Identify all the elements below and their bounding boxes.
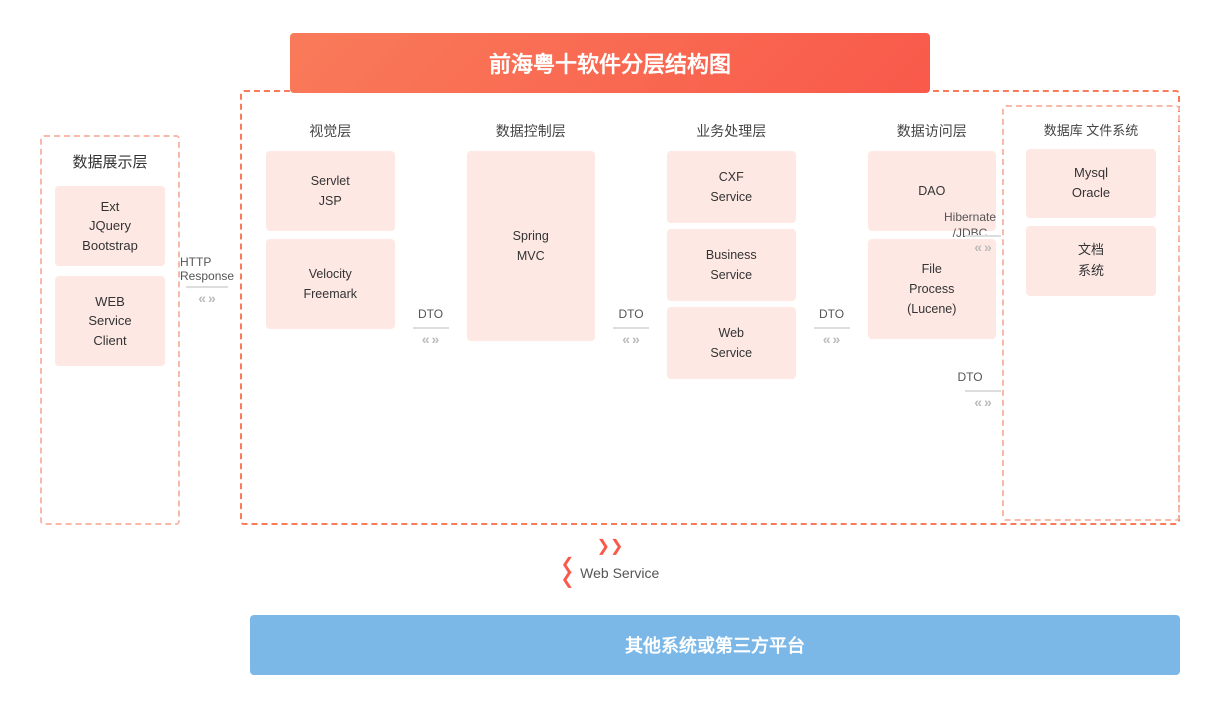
layer-control-title: 数据控制层 bbox=[496, 121, 566, 141]
doc-system-box: 文档系统 bbox=[1026, 226, 1156, 296]
layer-control: 数据控制层 SpringMVC bbox=[461, 105, 602, 521]
ch-l-2-icon: « bbox=[622, 331, 630, 347]
ch-r-3-icon: » bbox=[833, 331, 841, 347]
page-title: 前海粤十软件分层结构图 bbox=[290, 33, 930, 93]
web-service-client-box: WEBServiceClient bbox=[55, 276, 165, 366]
layers-row: 视觉层 ServletJSP VelocityFreemark DTO « » … bbox=[260, 105, 1002, 521]
left-panel: 数据展示层 ExtJQueryBootstrap WEBServiceClien… bbox=[40, 135, 180, 525]
web-service-bottom-label: Web Service bbox=[580, 565, 659, 581]
chevron-left-icon: « bbox=[198, 290, 206, 306]
dto-label-1: DTO bbox=[418, 307, 443, 321]
connector-dto-1: DTO « » bbox=[401, 105, 461, 521]
spring-mvc-box: SpringMVC bbox=[467, 151, 596, 341]
dto-right-connector: « » bbox=[965, 390, 1001, 410]
ch-r-h-icon: » bbox=[984, 239, 992, 255]
down-chevrons-icon: ❯❯ bbox=[597, 541, 624, 554]
mysql-oracle-box: MysqlOracle bbox=[1026, 149, 1156, 219]
chevron-right-icon: » bbox=[208, 290, 216, 306]
db-panel-title: 数据库 文件系统 bbox=[1044, 121, 1139, 141]
layer-dao-title: 数据访问层 bbox=[897, 121, 967, 141]
ch-l-dr-icon: « bbox=[974, 394, 982, 410]
business-service-box: BusinessService bbox=[667, 229, 796, 301]
layer-visual-title: 视觉层 bbox=[309, 121, 351, 141]
connector-dto-3: DTO « » bbox=[802, 105, 862, 521]
ch-r-2-icon: » bbox=[632, 331, 640, 347]
cxf-service-box: CXFService bbox=[667, 151, 796, 223]
web-service-box: WebService bbox=[667, 307, 796, 379]
ch-l-h-icon: « bbox=[974, 239, 982, 255]
servlet-jsp-box: ServletJSP bbox=[266, 151, 395, 231]
layer-biz-title: 业务处理层 bbox=[696, 121, 766, 141]
right-db-panel: 数据库 文件系统 MysqlOracle 文档系统 bbox=[1002, 105, 1180, 521]
layer-visual: 视觉层 ServletJSP VelocityFreemark bbox=[260, 105, 401, 521]
hibernate-connector: « » bbox=[965, 235, 1001, 255]
dto-right-label: DTO bbox=[940, 370, 1000, 384]
ch-r-1-icon: » bbox=[432, 331, 440, 347]
ch-l-3-icon: « bbox=[823, 331, 831, 347]
ext-jquery-bootstrap-box: ExtJQueryBootstrap bbox=[55, 186, 165, 266]
diagram-wrapper: 前海粤十软件分层结构图 数据展示层 ExtJQueryBootstrap WEB… bbox=[20, 15, 1200, 695]
bottom-bar: 其他系统或第三方平台 bbox=[250, 615, 1180, 675]
dto-label-3: DTO bbox=[819, 307, 844, 321]
dto-label-2: DTO bbox=[618, 307, 643, 321]
left-panel-title: 数据展示层 bbox=[72, 151, 147, 172]
layer-dao: 数据访问层 DAO FileProcess(Lucene) bbox=[862, 105, 1003, 521]
velocity-freemark-box: VelocityFreemark bbox=[266, 239, 395, 329]
ch-r-dr-icon: » bbox=[984, 394, 992, 410]
http-label: HTTPResponse bbox=[180, 255, 234, 283]
connector-dto-2: DTO « » bbox=[601, 105, 661, 521]
http-connector: HTTPResponse « » bbox=[180, 255, 234, 306]
web-service-bottom: ❯❯ ❮ ❮ Web Service bbox=[561, 541, 660, 587]
layer-biz: 业务处理层 CXFService BusinessService WebServ… bbox=[661, 105, 802, 521]
ch-l-1-icon: « bbox=[422, 331, 430, 347]
bottom-bar-label: 其他系统或第三方平台 bbox=[625, 632, 805, 658]
